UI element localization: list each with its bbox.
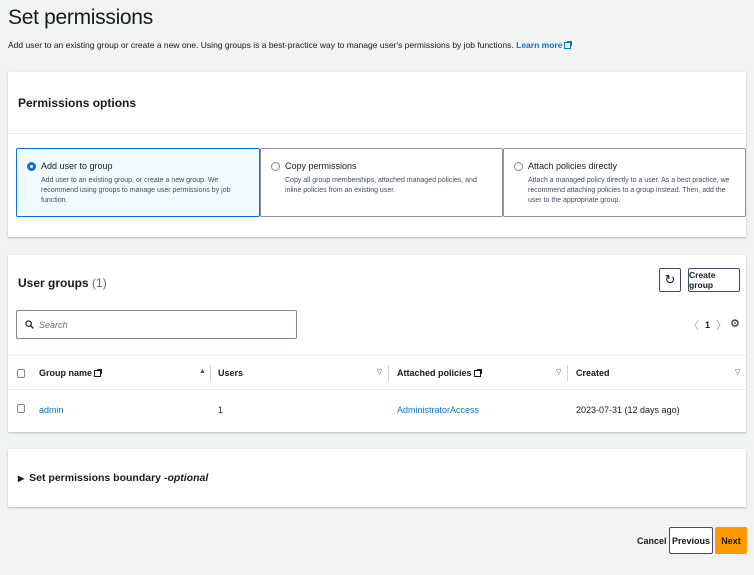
search-input[interactable] [39,319,279,330]
select-all-checkbox[interactable] [17,369,25,378]
users-count-cell: 1 [218,405,224,415]
external-link-icon [94,369,103,377]
option-attach-policies-directly[interactable]: Attach policies directly Attach a manage… [503,148,746,217]
search-field[interactable] [16,310,297,339]
page-subtitle: Add user to an existing group or create … [8,40,573,50]
external-link-icon [473,369,482,377]
create-group-button[interactable]: Create group [688,268,740,292]
pagination: 〈 1 〉 [688,317,727,333]
option-description: Copy all group memberships, attached man… [285,177,477,194]
sort-icon[interactable]: ▽ [377,368,382,376]
column-header-attached-policies[interactable]: Attached policies [397,368,482,378]
row-checkbox[interactable] [17,404,25,413]
caret-right-icon: ▶ [18,473,25,483]
column-divider[interactable] [210,365,211,381]
search-icon [25,320,34,329]
external-link-icon [564,41,573,49]
sort-ascending-icon[interactable]: ▲ [199,368,206,375]
column-header-group-name[interactable]: Group name [39,368,103,378]
option-label: Attach policies directly [528,161,618,171]
radio-selected-icon[interactable] [27,161,36,171]
user-groups-panel: User groups (1) ↻ Create group 〈 1 〉 ⚙ G… [8,255,746,432]
option-add-user-to-group[interactable]: Add user to group Add user to an existin… [16,148,260,217]
option-description: Attach a managed policy directly to a us… [528,177,730,204]
learn-more-label: Learn more [516,40,563,50]
radio-unselected-icon[interactable] [514,161,523,171]
sort-icon[interactable]: ▽ [735,368,740,376]
option-label: Copy permissions [285,161,357,171]
permissions-options-panel: Permissions options Add user to group Ad… [8,72,746,237]
cancel-button[interactable]: Cancel [637,536,667,546]
next-button[interactable]: Next [715,527,747,554]
learn-more-link[interactable]: Learn more [516,40,573,50]
refresh-icon: ↻ [664,272,676,287]
permissions-boundary-panel: ▶ Set permissions boundary - optional [8,449,746,507]
subtitle-text: Add user to an existing group or create … [8,40,514,50]
radio-unselected-icon[interactable] [271,161,280,171]
option-label: Add user to group [41,161,113,171]
gear-icon[interactable]: ⚙ [730,317,740,330]
column-header-users[interactable]: Users [218,368,243,378]
previous-button[interactable]: Previous [669,527,713,554]
user-groups-title-text: User groups [18,276,89,290]
page-number[interactable]: 1 [705,320,710,330]
table-row: admin 1 AdministratorAccess 2023-07-31 (… [8,390,746,424]
page-title: Set permissions [8,6,153,29]
refresh-button[interactable]: ↻ [659,268,681,292]
column-label: Group name [39,368,93,378]
column-divider[interactable] [388,365,389,381]
boundary-optional-label: optional [167,472,209,484]
column-header-created[interactable]: Created [576,368,610,378]
chevron-right-icon[interactable]: 〉 [716,317,727,333]
group-name-link[interactable]: admin [39,405,64,415]
option-copy-permissions[interactable]: Copy permissions Copy all group membersh… [260,148,503,217]
user-groups-title: User groups (1) [18,276,107,290]
created-cell: 2023-07-31 (12 days ago) [576,405,680,415]
user-groups-count: (1) [92,276,107,290]
chevron-left-icon[interactable]: 〈 [688,317,699,333]
permissions-boundary-toggle[interactable]: ▶ Set permissions boundary - optional [18,472,208,484]
sort-icon[interactable]: ▽ [556,368,561,376]
permissions-options-title: Permissions options [18,96,137,110]
attached-policy-link[interactable]: AdministratorAccess [397,405,479,415]
boundary-label: Set permissions boundary - [29,472,168,484]
permissions-options-header: Permissions options [8,72,746,134]
table-header: Group name ▲ Users ▽ Attached policies ▽… [8,355,746,390]
option-description: Add user to an existing group, or create… [41,177,231,204]
column-label: Attached policies [397,368,472,378]
column-divider[interactable] [567,365,568,381]
